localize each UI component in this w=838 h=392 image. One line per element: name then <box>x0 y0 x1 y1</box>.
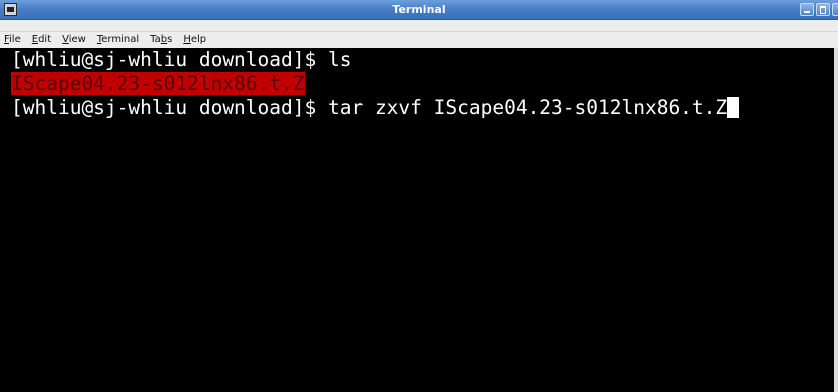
shell-command: tar zxvf IScape04.23-s012lnx86.t.Z <box>327 96 728 119</box>
menu-file[interactable]: File <box>4 33 21 47</box>
menu-terminal-rest: erminal <box>101 34 140 45</box>
menu-edit-rest: dit <box>38 34 52 45</box>
menu-help[interactable]: Help <box>183 33 206 47</box>
menu-tabs-rest: s <box>167 34 173 45</box>
menu-tabs[interactable]: Tabs <box>150 33 172 47</box>
close-icon[interactable] <box>832 3 838 16</box>
menu-help-rest: elp <box>190 34 207 45</box>
terminal-line-1: [whliu@sj-whliu download]$ ls <box>11 48 834 72</box>
menu-view-mnemonic: V <box>62 34 69 45</box>
maximize-icon[interactable] <box>816 3 830 16</box>
menu-bar-spacer <box>0 20 838 31</box>
menu-view-rest: iew <box>68 34 86 45</box>
window-title: Terminal <box>392 3 446 16</box>
menu-edit[interactable]: Edit <box>32 33 51 47</box>
shell-prompt: [whliu@sj-whliu download]$ <box>11 96 328 119</box>
shell-command: ls <box>327 48 352 71</box>
terminal-line-2: IScape04.23-s012lnx86.t.Z <box>11 72 834 96</box>
terminal-screen[interactable]: [whliu@sj-whliu download]$ ls IScape04.2… <box>0 48 834 392</box>
text-cursor <box>727 97 740 118</box>
menu-tabs-pre: Ta <box>150 34 161 45</box>
terminal-line-3: [whliu@sj-whliu download]$ tar zxvf ISca… <box>11 96 834 120</box>
title-bar[interactable]: Terminal <box>0 0 838 20</box>
menu-bar: File Edit View Terminal Tabs Help <box>0 31 838 48</box>
menu-help-mnemonic: H <box>183 34 191 45</box>
menu-view[interactable]: View <box>62 33 86 47</box>
ls-output-file: IScape04.23-s012lnx86.t.Z <box>11 72 305 95</box>
menu-terminal[interactable]: Terminal <box>97 33 139 47</box>
terminal-scrollbar[interactable] <box>834 48 838 392</box>
minimize-icon[interactable] <box>800 3 814 16</box>
menu-file-rest: ile <box>9 34 21 45</box>
shell-prompt: [whliu@sj-whliu download]$ <box>11 48 328 71</box>
terminal-window: Terminal File Edit View Terminal Tabs He… <box>0 0 838 392</box>
